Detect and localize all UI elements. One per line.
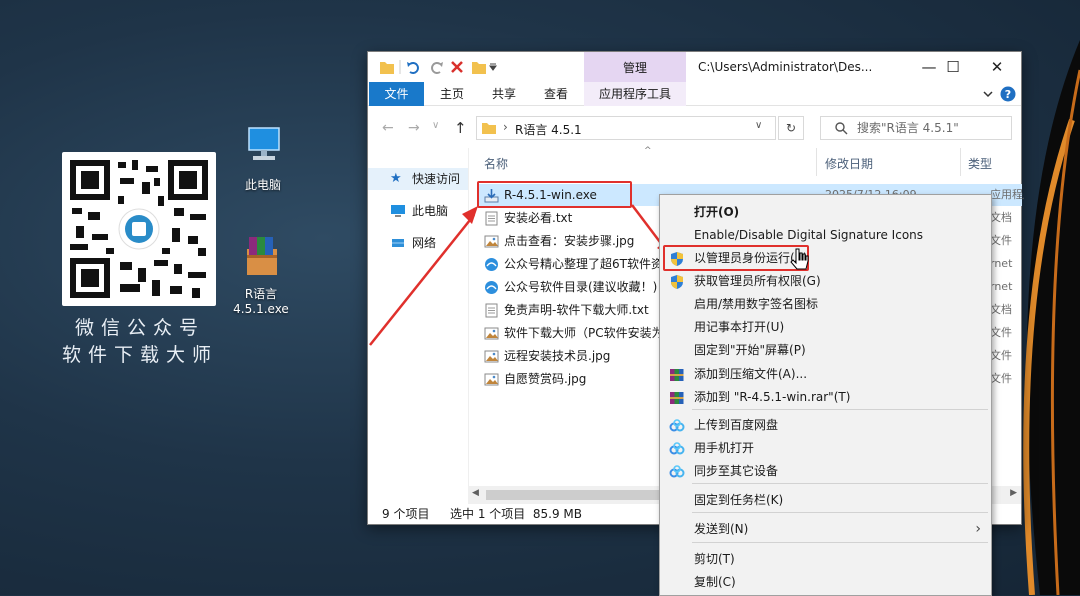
baidu-netdisk-icon xyxy=(669,442,685,455)
menu-separator xyxy=(692,512,988,513)
context-menu-item[interactable]: 用手机打开 xyxy=(660,437,991,460)
menu-item-label: 用记事本打开(U) xyxy=(694,320,785,334)
baidu-netdisk-icon xyxy=(669,419,685,432)
menu-separator xyxy=(692,542,988,543)
context-menu-item[interactable]: 启用/禁用数字签名图标 xyxy=(660,293,991,316)
context-menu-item[interactable]: 发送到(N) › xyxy=(660,518,991,541)
menu-item-label: Enable/Disable Digital Signature Icons xyxy=(694,228,924,242)
menu-separator xyxy=(692,483,988,484)
context-menu-item[interactable]: 复制(C) xyxy=(660,571,991,594)
winrar-icon xyxy=(670,392,684,404)
mouse-cursor-icon xyxy=(790,248,809,270)
context-menu-item[interactable]: Enable/Disable Digital Signature Icons xyxy=(660,224,991,247)
highlight-box-run-as-admin xyxy=(663,245,809,271)
menu-item-label: 同步至其它设备 xyxy=(694,464,779,478)
menu-item-label: 用手机打开 xyxy=(694,441,755,455)
context-menu-item[interactable]: 获取管理员所有权限(G) xyxy=(660,270,991,293)
menu-item-label: 剪切(T) xyxy=(694,552,735,566)
context-menu-item[interactable]: 上传到百度网盘 xyxy=(660,414,991,437)
context-menu-item[interactable]: 打开(O) xyxy=(660,201,991,224)
context-menu-item[interactable]: 添加到 "R-4.5.1-win.rar"(T) xyxy=(660,386,991,409)
context-menu-item[interactable]: 用记事本打开(U) xyxy=(660,316,991,339)
context-menu-item[interactable]: 添加到压缩文件(A)... xyxy=(660,363,991,386)
context-menu-item[interactable]: 固定到任务栏(K) xyxy=(660,489,991,512)
uac-shield-icon xyxy=(671,275,683,289)
context-menu-item[interactable]: 剪切(T) xyxy=(660,548,991,571)
menu-item-label: 打开(O) xyxy=(694,205,740,219)
submenu-arrow-icon: › xyxy=(975,521,981,537)
menu-separator xyxy=(692,409,988,410)
menu-item-label: 启用/禁用数字签名图标 xyxy=(694,297,819,311)
context-menu-item[interactable]: 固定到"开始"屏幕(P) xyxy=(660,339,991,362)
menu-item-label: 添加到压缩文件(A)... xyxy=(694,367,808,381)
menu-item-label: 发送到(N) xyxy=(694,522,749,536)
menu-item-label: 获取管理员所有权限(G) xyxy=(694,274,821,288)
winrar-icon xyxy=(670,369,684,381)
menu-item-label: 添加到 "R-4.5.1-win.rar"(T) xyxy=(694,390,851,404)
context-menu-item[interactable]: 同步至其它设备 xyxy=(660,460,991,483)
menu-item-label: 复制(C) xyxy=(694,575,736,589)
menu-item-label: 固定到任务栏(K) xyxy=(694,493,784,507)
baidu-netdisk-icon xyxy=(669,465,685,478)
menu-item-label: 上传到百度网盘 xyxy=(694,418,779,432)
menu-item-label: 固定到"开始"屏幕(P) xyxy=(694,343,806,357)
